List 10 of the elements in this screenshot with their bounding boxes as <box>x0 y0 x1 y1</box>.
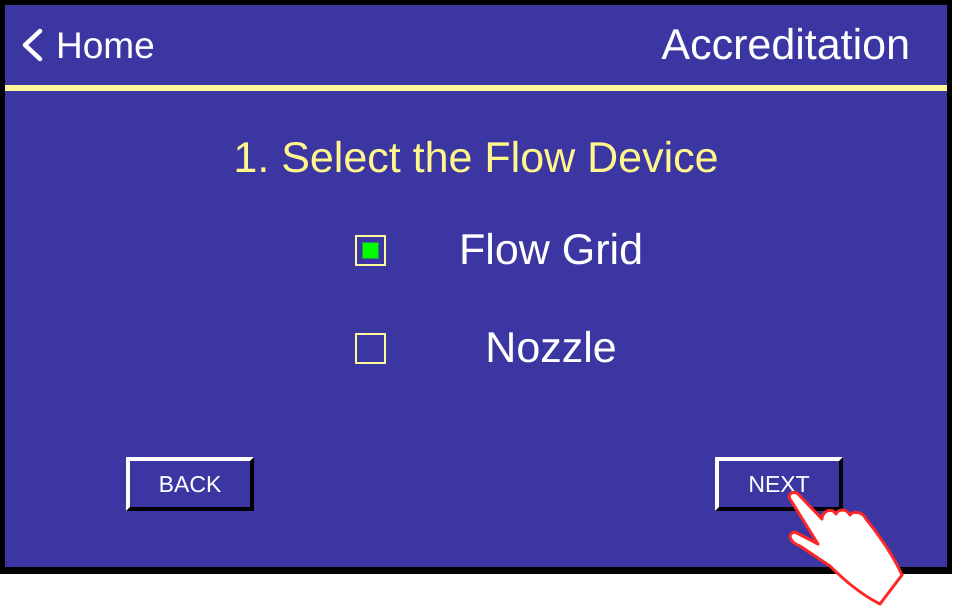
option-label: Nozzle <box>485 323 617 373</box>
bevel-button[interactable]: BACK <box>126 457 254 511</box>
checkbox[interactable] <box>355 234 386 266</box>
page-title: Accreditation <box>661 24 910 66</box>
chevron-left-icon <box>21 28 43 62</box>
bevel-button[interactable]: NEXT <box>715 457 843 511</box>
home-back-link[interactable]: Home <box>21 26 155 64</box>
option-label: Flow Grid <box>459 225 643 275</box>
step-heading: 1. Select the Flow Device <box>233 133 719 183</box>
checkbox[interactable] <box>355 332 386 364</box>
